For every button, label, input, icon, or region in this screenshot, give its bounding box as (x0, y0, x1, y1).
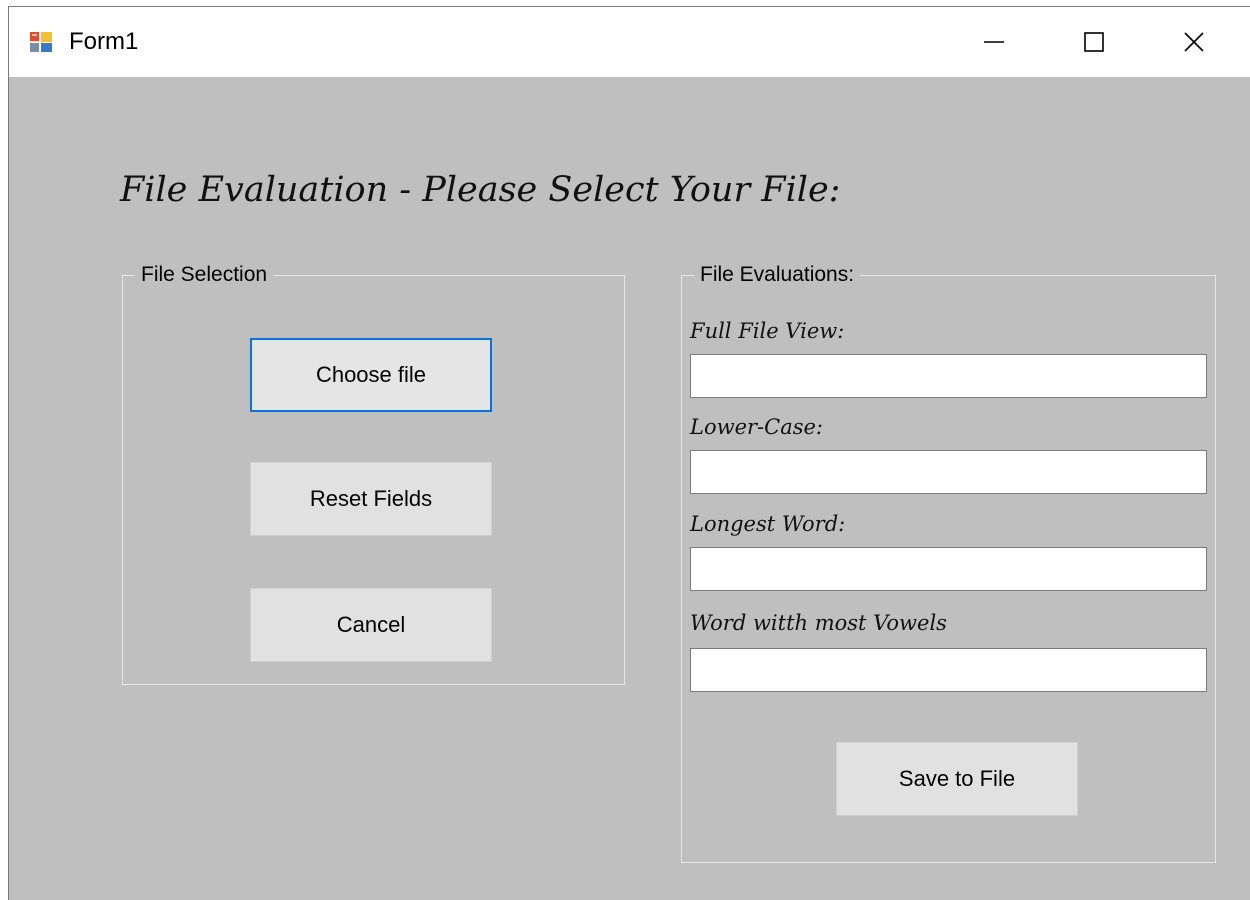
most-vowels-label: Word witth most Vowels (690, 611, 947, 635)
title-bar[interactable]: Form1 (9, 7, 1250, 77)
close-button[interactable] (1144, 7, 1244, 77)
lower-case-field[interactable] (690, 450, 1207, 494)
file-selection-group: File Selection Choose file Reset Fields … (122, 262, 625, 685)
maximize-icon (1084, 32, 1104, 52)
form-client-area: File Evaluation - Please Select Your Fil… (9, 77, 1250, 900)
full-file-view-field[interactable] (690, 354, 1207, 398)
maximize-button[interactable] (1044, 7, 1144, 77)
window-title: Form1 (69, 28, 139, 55)
longest-word-field[interactable] (690, 547, 1207, 591)
file-evaluations-legend: File Evaluations: (694, 262, 861, 288)
app-icon (30, 32, 52, 52)
cancel-button[interactable]: Cancel (250, 588, 492, 662)
longest-word-label: Longest Word: (690, 512, 846, 536)
reset-fields-button[interactable]: Reset Fields (250, 462, 492, 536)
lower-case-label: Lower-Case: (690, 415, 823, 439)
form-window: Form1 File Evaluation - Please Select Yo… (8, 6, 1250, 900)
most-vowels-field[interactable] (690, 648, 1207, 692)
minimize-button[interactable] (944, 7, 1044, 77)
page-heading: File Evaluation - Please Select Your Fil… (120, 170, 841, 210)
save-to-file-button[interactable]: Save to File (836, 742, 1078, 816)
minimize-icon (984, 41, 1004, 43)
close-icon (1184, 32, 1204, 52)
full-file-view-label: Full File View: (690, 319, 845, 343)
file-selection-legend: File Selection (135, 262, 274, 288)
choose-file-button[interactable]: Choose file (250, 338, 492, 412)
file-evaluations-group: File Evaluations: Full File View: Lower-… (681, 262, 1216, 863)
